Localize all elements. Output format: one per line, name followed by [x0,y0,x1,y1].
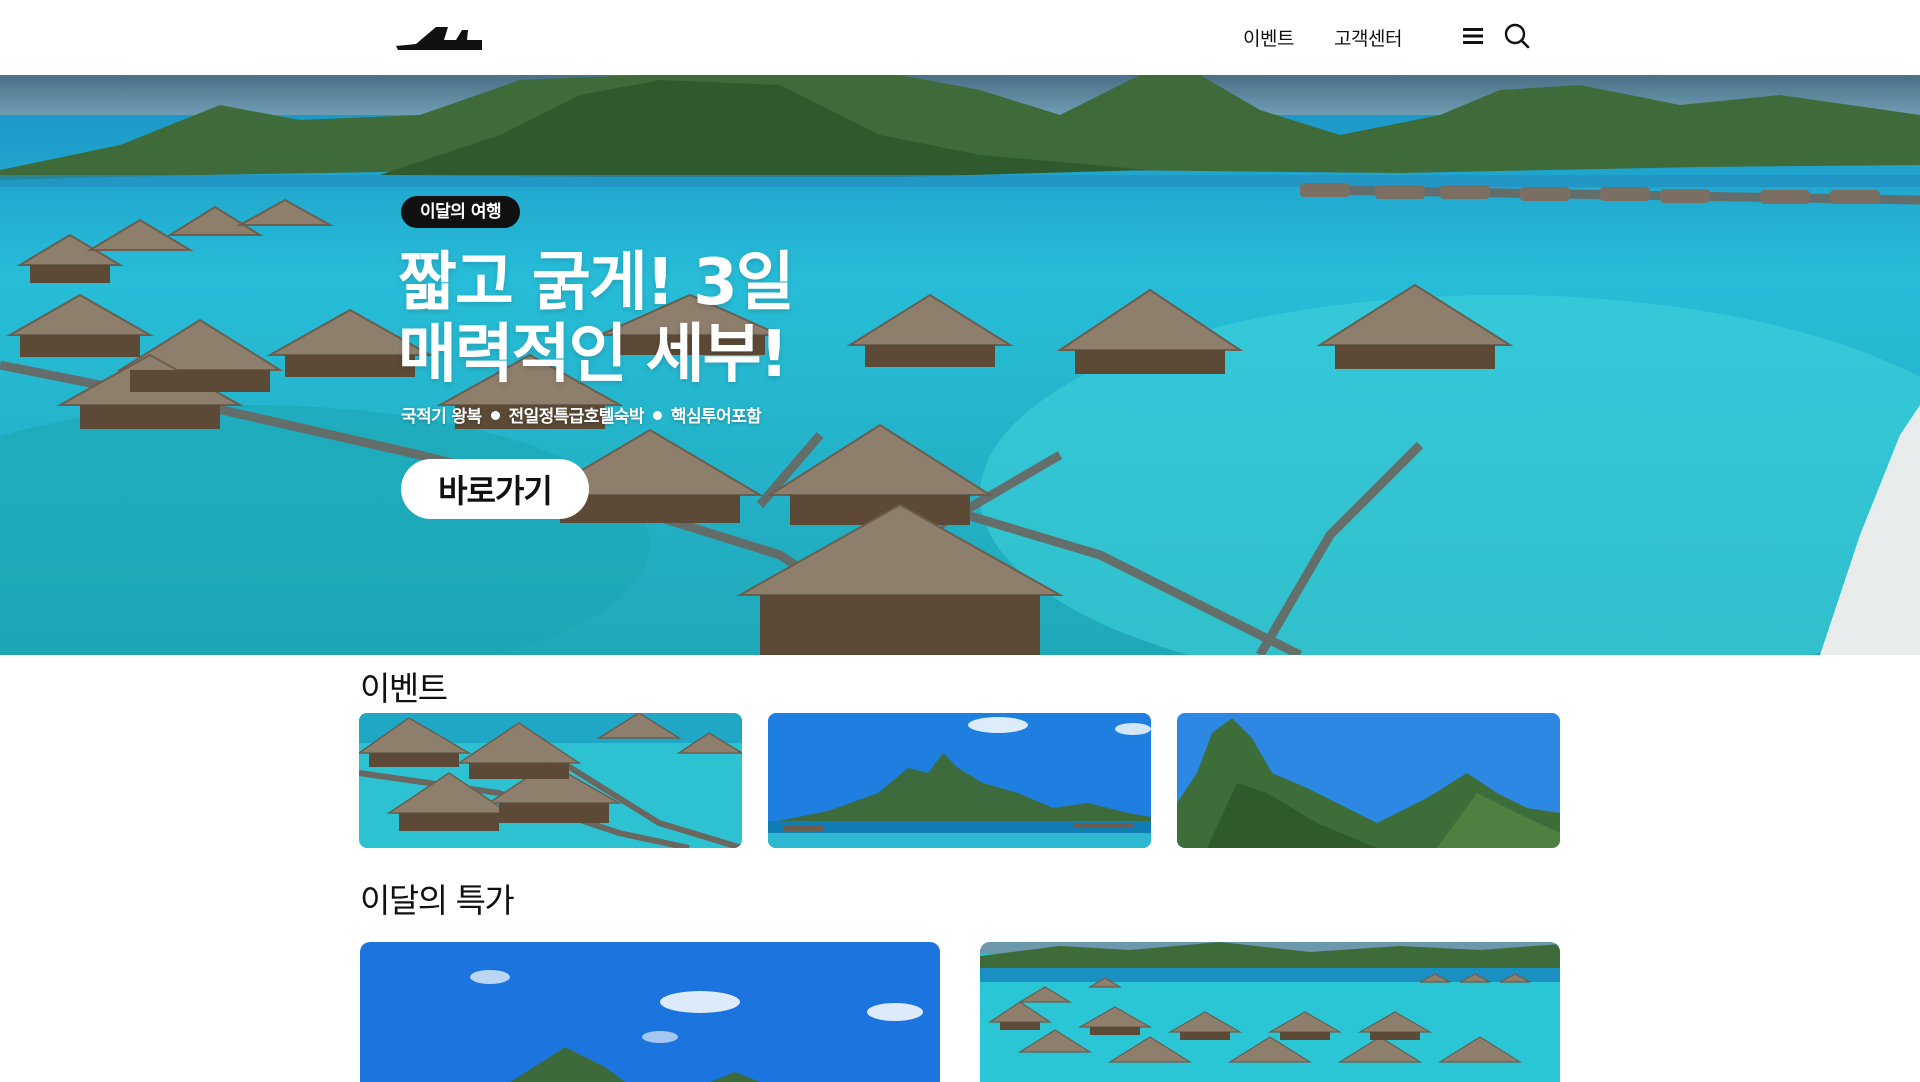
hero-feature-3: 핵심투어포함 [670,407,762,427]
event-card-image [768,713,1151,848]
event-card-image [359,713,742,848]
nav-support-link[interactable]: 고객센터 [1334,24,1402,51]
event-card-2[interactable] [768,713,1151,848]
deal-card-1[interactable] [360,942,940,1082]
deals-section-title: 이달의 특가 [360,881,515,920]
site-header: 이벤트 고객센터 [0,0,1920,75]
hero-badge: 이달의 여행 [401,196,521,228]
hero-feature-1: 국적기 왕복 [401,407,482,427]
hero-title-line2: 매력적인 세부! [398,318,789,392]
hero-background-image [0,75,1920,655]
airplane-logo[interactable] [396,24,484,50]
hamburger-menu-icon[interactable] [1462,25,1484,47]
bullet-dot-icon [652,411,662,420]
hero-features: 국적기 왕복 전일정특급호텔숙박 핵심투어포함 [401,402,762,427]
bullet-dot-icon [490,411,500,420]
event-card-image [1177,713,1560,848]
hero-go-button[interactable]: 바로가기 [401,459,589,519]
event-card-3[interactable] [1177,713,1560,848]
deal-card-2[interactable] [980,942,1560,1082]
hero-title: 짧고 굵게! 3일 매력적인 세부! [398,247,958,391]
deal-card-image [980,942,1560,1082]
hero-banner[interactable]: 이달의 여행 짧고 굵게! 3일 매력적인 세부! 국적기 왕복 전일정특급호텔숙… [0,75,1920,655]
deal-card-image [360,942,940,1082]
search-icon[interactable] [1504,23,1530,49]
nav-events-link[interactable]: 이벤트 [1243,24,1294,51]
hero-feature-2: 전일정특급호텔숙박 [508,407,645,427]
events-section-title: 이벤트 [360,669,448,708]
hero-title-line1: 짧고 굵게! 3일 [398,246,795,320]
event-card-1[interactable] [359,713,742,848]
